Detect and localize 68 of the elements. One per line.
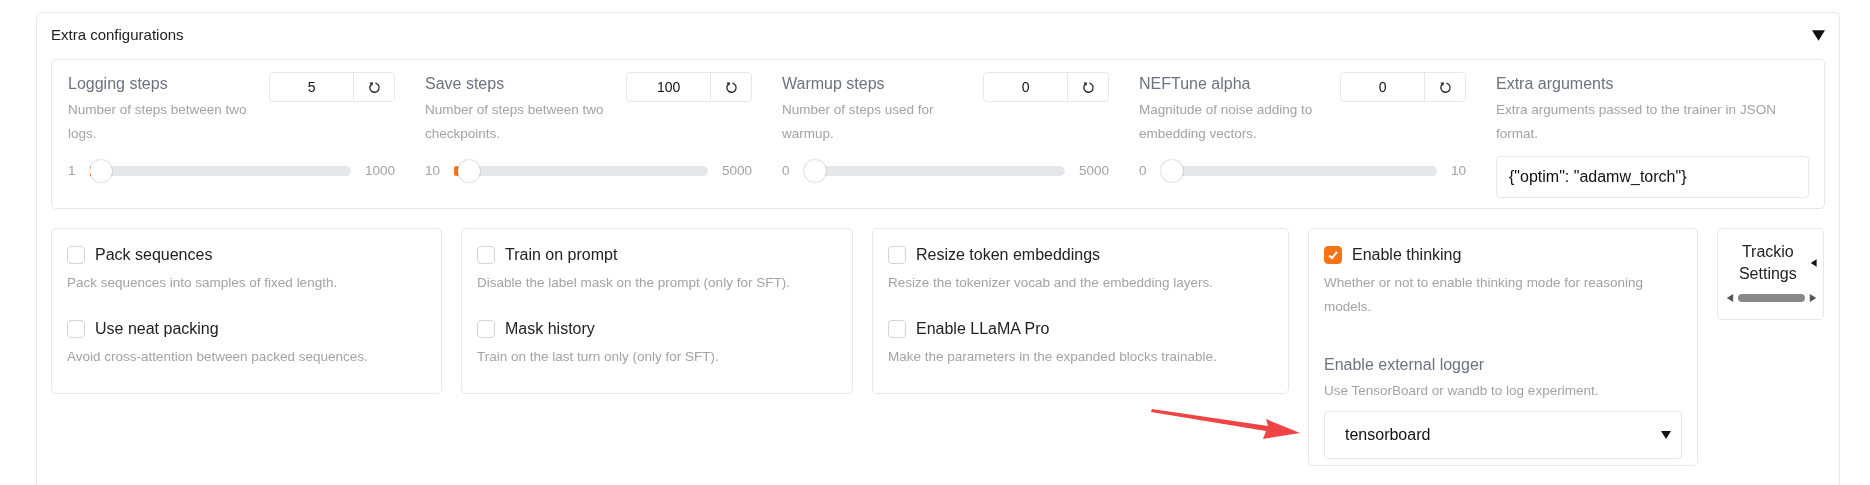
number-field[interactable]: 5 — [269, 72, 395, 102]
reset-button[interactable] — [1067, 73, 1108, 101]
checkbox[interactable] — [1324, 246, 1342, 264]
field-description: Extra arguments passed to the trainer in JSON format. — [1496, 101, 1777, 143]
accordion-header[interactable]: Trackio Settings — [1726, 241, 1810, 286]
checkmark-icon — [1327, 249, 1339, 261]
slider-min-label: 1 — [68, 161, 76, 180]
checkbox-label: Train on prompt — [505, 245, 618, 265]
field-label: Extra arguments — [1496, 74, 1615, 94]
option-description: Pack sequences into samples of fixed length. — [67, 274, 339, 292]
option-description: Resize the tokenizer vocab and the embedding layers. — [888, 274, 1214, 292]
checkbox-label: Use neat packing — [95, 319, 219, 339]
field-description: Number of steps between two checkpoints. — [425, 101, 605, 143]
checkbox[interactable] — [477, 246, 495, 264]
slider[interactable] — [454, 160, 708, 182]
collapse-toggle-icon[interactable] — [1809, 258, 1817, 269]
collapse-toggle-icon[interactable] — [1812, 29, 1825, 43]
option-description: Avoid cross-attention between packed sequences. — [67, 348, 369, 366]
checkbox[interactable] — [67, 320, 85, 338]
option-description: Whether or not to enable thinking mode for reasoning models. — [1324, 274, 1644, 316]
checkbox-label: Mask history — [505, 319, 595, 339]
slider[interactable] — [1160, 160, 1437, 182]
checkbox[interactable] — [888, 246, 906, 264]
checkbox-label: Resize token embeddings — [916, 245, 1101, 265]
dropdown[interactable]: tensorboard — [1324, 411, 1682, 459]
slider-max-label: 10 — [1450, 161, 1466, 180]
scroll-left-icon[interactable] — [1726, 293, 1734, 302]
field-label: Save steps — [425, 74, 506, 94]
reset-icon — [724, 80, 738, 94]
slider-min-label: 0 — [1139, 161, 1147, 180]
option-description: Disable the label mask on the prompt (only for SFT). — [477, 274, 791, 292]
scrollbar[interactable] — [1726, 293, 1817, 302]
field-label: Enable external logger — [1324, 355, 1486, 375]
field-label: Warmup steps — [782, 74, 886, 94]
caret-icon — [1661, 430, 1671, 440]
slider-min-label: 0 — [782, 161, 790, 180]
slider[interactable] — [89, 160, 351, 182]
reset-icon — [1438, 80, 1452, 94]
option-description: Make the parameters in the expanded blocks trainable. — [888, 348, 1218, 366]
field-description: Number of steps between two logs. — [68, 101, 248, 143]
option-description: Train on the last turn only (only for SFT). — [477, 348, 720, 366]
reset-button[interactable] — [710, 73, 751, 101]
checkbox[interactable] — [67, 246, 85, 264]
number-field[interactable]: 0 — [1340, 72, 1466, 102]
checkbox-label: Enable thinking — [1352, 245, 1462, 265]
slider-min-label: 10 — [425, 161, 441, 180]
field-description: Number of steps used for warmup. — [782, 101, 935, 143]
reset-button[interactable] — [353, 73, 394, 101]
slider-max-label: 5000 — [1078, 161, 1109, 180]
reset-icon — [1081, 80, 1095, 94]
number-field[interactable]: 0 — [983, 72, 1109, 102]
field-description: Magnitude of noise adding to embedding vectors. — [1139, 101, 1314, 143]
field-label: Logging steps — [68, 74, 169, 94]
slider[interactable] — [803, 160, 1065, 182]
number-field[interactable]: 100 — [626, 72, 752, 102]
checkbox-label: Enable LLaMA Pro — [916, 319, 1050, 339]
json-input-field[interactable]: {"optim": "adamw_torch"} — [1496, 156, 1809, 198]
panel-title: Extra configurations — [51, 24, 184, 45]
checkbox-label: Pack sequences — [95, 245, 213, 265]
reset-button[interactable] — [1424, 73, 1465, 101]
scroll-right-icon[interactable] — [1809, 293, 1817, 302]
slider-max-label: 1000 — [364, 161, 395, 180]
checkbox[interactable] — [888, 320, 906, 338]
checkbox[interactable] — [477, 320, 495, 338]
field-label: NEFTune alpha — [1139, 74, 1252, 94]
reset-icon — [367, 80, 381, 94]
option-description: Use TensorBoard or wandb to log experiment. — [1324, 382, 1600, 400]
slider-max-label: 5000 — [721, 161, 752, 180]
